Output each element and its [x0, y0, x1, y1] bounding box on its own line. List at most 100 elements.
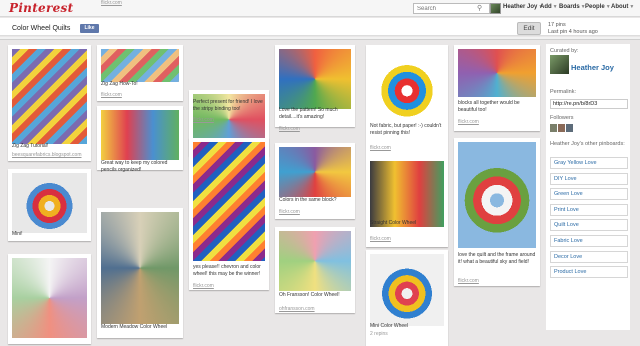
pin-card[interactable]: Great way to keep my colored pencils org…	[97, 0, 183, 173]
pin-image[interactable]	[458, 142, 536, 248]
pin-source-link[interactable]: flickr.com	[193, 117, 214, 123]
pin-description: Zig Zag How-To!	[101, 81, 138, 87]
pin-card[interactable]: yes please!! chevron and color wheel! th…	[189, 138, 269, 290]
pin-description: Mini Color Wheel	[370, 323, 409, 329]
pin-card[interactable]: blocks all together would be beautiful t…	[454, 45, 540, 131]
pin-description: love the quilt and the frame around it! …	[458, 252, 536, 265]
permalink-label: Permalink:	[550, 89, 576, 95]
chevron-down-icon: ▼	[605, 4, 611, 10]
pin-source-link[interactable]: ohfransson.com	[279, 306, 315, 312]
pin-source-link[interactable]: flickr.com	[458, 119, 479, 125]
pin-source-link[interactable]: flickr.com	[370, 145, 391, 151]
other-board-link[interactable]: Product Love	[550, 266, 628, 279]
pin-card[interactable]: Colors in the same block? flickr.com	[275, 143, 355, 219]
pin-card[interactable]: Mini Color Wheel 2 repins	[366, 250, 448, 346]
like-label: Like	[84, 25, 95, 31]
edit-board-button[interactable]: Edit	[517, 22, 541, 35]
other-board-link[interactable]: Print Love	[550, 203, 628, 216]
last-pin-time: Last pin 4 hours ago	[548, 29, 598, 35]
nav-add-label: Add	[540, 4, 552, 10]
user-avatar[interactable]	[490, 3, 501, 14]
pin-card[interactable]: Oh Fransson! Color Wheel! ohfransson.com	[275, 227, 355, 313]
pin-image[interactable]	[101, 212, 179, 324]
pinterest-logo[interactable]: Pinterest	[9, 1, 73, 15]
pin-image[interactable]	[458, 49, 536, 97]
pin-count: 17 pins	[548, 22, 566, 28]
pin-image[interactable]	[12, 49, 87, 144]
nav-people-label: People	[585, 4, 605, 10]
pin-image[interactable]	[279, 147, 351, 197]
chevron-down-icon: ▼	[552, 4, 558, 10]
pin-source-link[interactable]: beesquarefabrics.blogspot.com	[12, 152, 82, 158]
pin-card[interactable]: Zig Zag How-To! flickr.com	[97, 45, 183, 101]
pin-image[interactable]	[370, 161, 444, 227]
pin-source-link[interactable]: flickr.com	[458, 278, 479, 284]
pin-image[interactable]	[12, 173, 87, 233]
pin-image[interactable]	[370, 254, 444, 326]
pin-image[interactable]	[370, 49, 444, 125]
facebook-like-button[interactable]: Like	[80, 24, 99, 33]
nav-about-label: About	[611, 4, 629, 10]
pin-image[interactable]	[101, 49, 179, 82]
curator-avatar[interactable]	[550, 55, 569, 74]
pin-description: Colors in the same block?	[279, 197, 337, 203]
follower-avatar[interactable]	[550, 124, 557, 132]
follower-avatar[interactable]	[566, 124, 573, 132]
followers-label: Followers	[550, 115, 574, 121]
nav-add[interactable]: Add▼	[540, 4, 558, 10]
nav-people[interactable]: People▼	[585, 4, 611, 10]
pin-description: Oh Fransson! Color Wheel!	[279, 292, 340, 298]
user-name: Heather Joy	[503, 4, 538, 10]
pin-description: Great way to keep my colored pencils org…	[101, 160, 168, 173]
pin-image[interactable]	[279, 231, 351, 291]
pin-card[interactable]: Modern Meadow Color Wheel	[97, 208, 183, 338]
pin-source-link[interactable]: flickr.com	[101, 92, 122, 98]
pin-image[interactable]	[193, 142, 265, 261]
other-board-link[interactable]: Green Love	[550, 188, 628, 201]
other-board-link[interactable]: Quilt Love	[550, 219, 628, 232]
pin-description: Zig Zag Tutorial!	[12, 143, 49, 149]
top-navigation-bar: Pinterest ⚲ Heather Joy▼ Add▼ Boards▼ Pe…	[0, 0, 640, 17]
other-board-link[interactable]: Fabric Love	[550, 235, 628, 247]
pin-source-link[interactable]: flickr.com	[193, 283, 214, 289]
curated-by-label: Curated by:	[550, 48, 579, 54]
chevron-down-icon: ▼	[629, 4, 635, 10]
pin-description: Mini!	[12, 231, 23, 237]
pin-card[interactable]: Zig Zag Tutorial! beesquarefabrics.blogsp…	[8, 45, 91, 161]
pin-description: Love the pattern! So much detail....it's…	[279, 107, 338, 120]
pin-card[interactable]	[8, 254, 91, 344]
curator-name-link[interactable]: Heather Joy	[571, 63, 614, 72]
pin-source-link[interactable]: flickr.com	[279, 209, 300, 215]
pin-description: Perfect present for friend! I love the s…	[193, 99, 263, 112]
pin-description: blocks all together would be beautiful t…	[458, 100, 520, 113]
nav-boards[interactable]: Boards▼	[559, 4, 586, 10]
other-board-link[interactable]: Decor Love	[550, 250, 628, 263]
pin-card[interactable]: love the quilt and the frame around it! …	[454, 138, 540, 286]
pin-description: yes please!! chevron and color wheel! th…	[193, 264, 261, 277]
board-sidebar: Curated by: Heather Joy Permalink: http:…	[546, 44, 630, 330]
other-board-link[interactable]: DIY Love	[550, 172, 628, 185]
pin-description: Straight Color Wheel	[370, 220, 417, 226]
header-divider	[0, 37, 640, 40]
pin-description: Not fabric, but paper! :-) couldn't resi…	[370, 123, 442, 136]
pin-source-link[interactable]: flickr.com	[279, 126, 300, 132]
pin-card[interactable]: Straight Color Wheel flickr.com	[366, 157, 448, 247]
pin-image[interactable]	[279, 49, 351, 109]
other-boards-label: Heather Joy's other pinboards:	[550, 141, 625, 147]
other-board-link[interactable]: Gray Yellow Love	[550, 157, 628, 169]
pin-card[interactable]: Not fabric, but paper! :-) couldn't resi…	[366, 45, 448, 157]
pin-card[interactable]: Mini!	[8, 169, 91, 241]
permalink-field[interactable]: http://re.pn/b/8rD3	[550, 99, 628, 109]
pin-image[interactable]	[12, 258, 87, 338]
pin-source-link[interactable]: flickr.com	[101, 0, 122, 6]
nav-about[interactable]: About▼	[611, 4, 634, 10]
nav-boards-label: Boards	[559, 4, 580, 10]
pin-image[interactable]	[101, 110, 179, 160]
pin-source-link[interactable]: 2 repins	[370, 331, 388, 337]
board-title: Color Wheel Quilts	[12, 25, 71, 32]
user-menu[interactable]: Heather Joy▼	[503, 4, 543, 10]
pin-source-link[interactable]: flickr.com	[370, 236, 391, 242]
search-icon[interactable]: ⚲	[477, 4, 482, 12]
follower-avatar[interactable]	[558, 124, 565, 132]
pin-card[interactable]: Love the pattern! So much detail....it's…	[275, 45, 355, 132]
